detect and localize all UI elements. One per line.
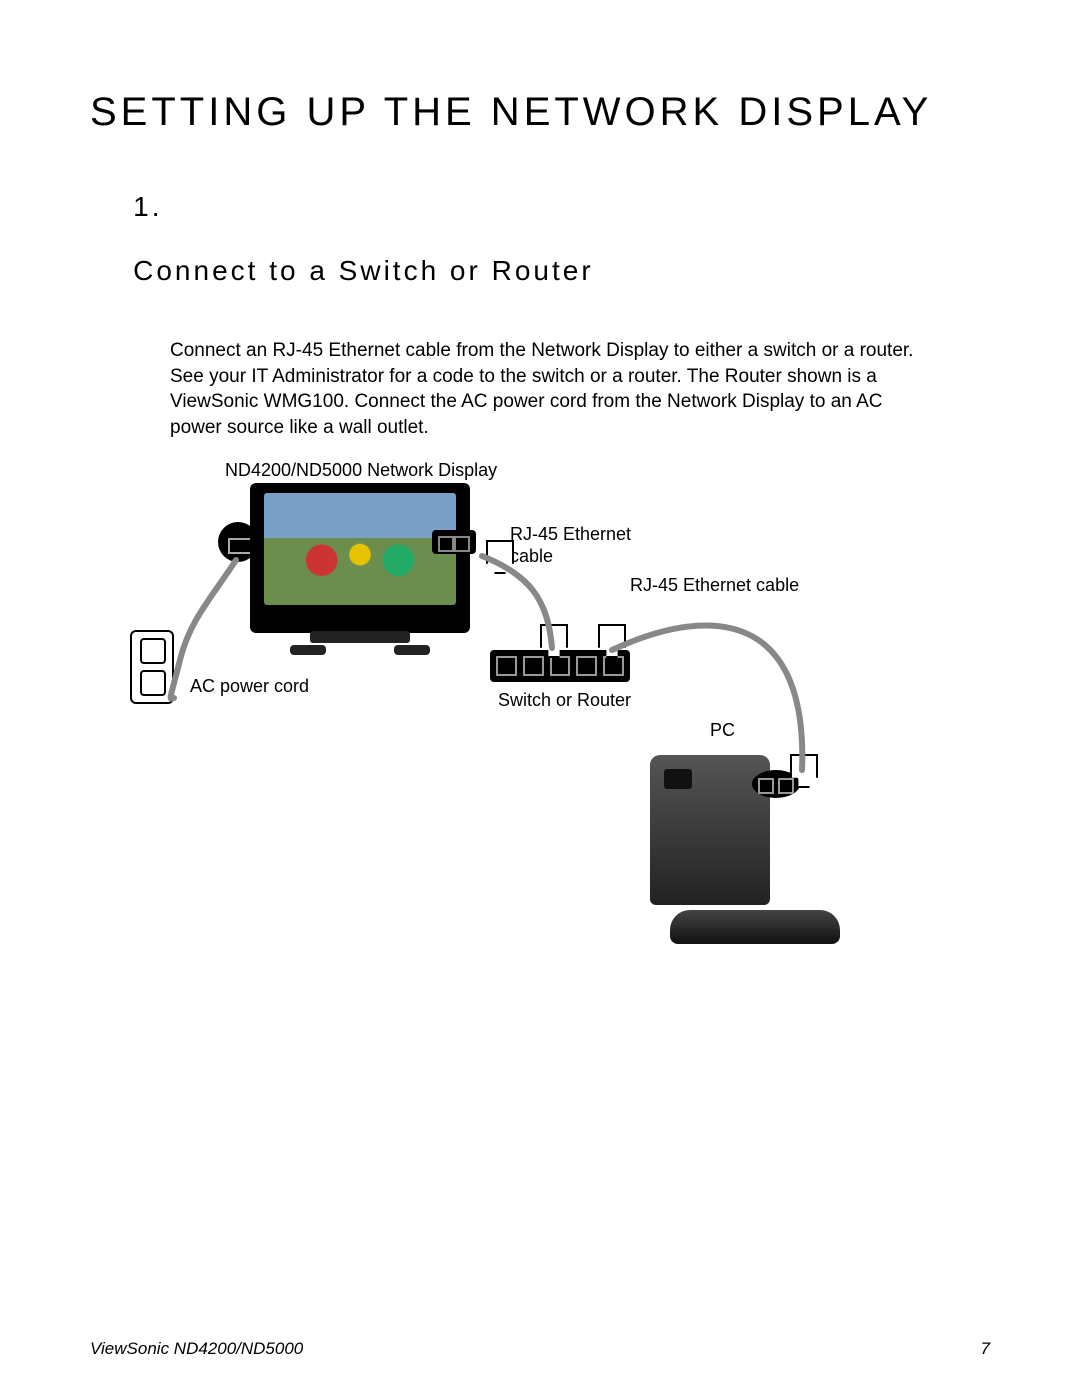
network-display-icon (250, 483, 470, 633)
section-body: Connect an RJ-45 Ethernet cable from the… (170, 338, 930, 441)
section-heading-text: Connect to a Switch or Router (133, 255, 594, 286)
footer-page-number: 7 (981, 1339, 990, 1359)
label-ac-power-cord: AC power cord (190, 676, 309, 698)
rj45-connector-icon (540, 624, 568, 658)
label-display-model: ND4200/ND5000 Network Display (225, 460, 497, 482)
page-title: SETTING UP THE NETWORK DISPLAY (90, 90, 990, 135)
label-switch-router: Switch or Router (498, 690, 631, 712)
pc-ethernet-port-icon (752, 770, 800, 798)
section-heading: 1. Connect to a Switch or Router (90, 159, 990, 319)
rj45-connector-icon (790, 754, 818, 788)
ac-port-icon (218, 522, 258, 562)
wall-outlet-icon (130, 630, 174, 704)
label-rj45-cable-1: RJ-45 Ethernet cable (510, 524, 631, 567)
pc-tower-icon (650, 755, 770, 905)
footer-doc-title: ViewSonic ND4200/ND5000 (90, 1339, 303, 1359)
rj45-connector-icon (486, 540, 514, 574)
label-pc: PC (710, 720, 735, 742)
switch-router-icon (490, 650, 630, 682)
keyboard-icon (670, 910, 840, 944)
label-rj45-cable-2: RJ-45 Ethernet cable (630, 575, 799, 597)
rj45-connector-icon (598, 624, 626, 658)
section-number: 1. (133, 191, 162, 222)
display-ethernet-ports-icon (432, 530, 476, 554)
